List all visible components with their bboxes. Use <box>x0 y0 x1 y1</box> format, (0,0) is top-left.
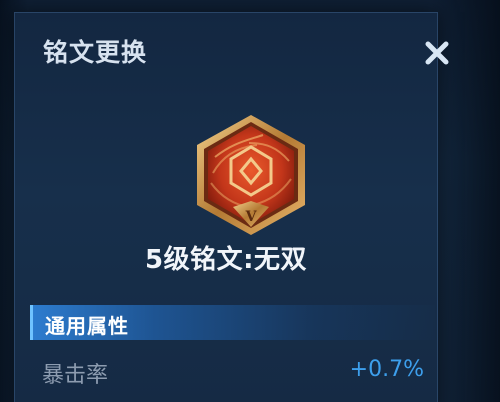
inscription-name: 5级铭文:无双 <box>15 239 437 276</box>
inscription-emblem-icon[interactable]: V <box>193 113 309 237</box>
tier-numeral: V <box>245 209 258 225</box>
attribute-value: +0.7% <box>349 357 424 382</box>
attribute-name: 暴击率 <box>42 363 109 388</box>
attributes-section-header: 通用属性 <box>30 305 435 340</box>
inscription-swap-panel: 铭文更换 V 5级铭文:无双 <box>14 12 449 402</box>
inscription-title: 无双 <box>253 245 307 275</box>
close-icon[interactable] <box>419 35 455 71</box>
section-title: 通用属性 <box>45 314 129 338</box>
dialog-title: 铭文更换 <box>43 38 148 67</box>
inscription-level-prefix: 5级铭文: <box>144 245 254 275</box>
game-screen: 铭文更换 V 5级铭文:无双 通用属性 暴击率 +0.7% <box>0 0 500 402</box>
attribute-row: 暴击率 +0.7% <box>30 352 424 388</box>
